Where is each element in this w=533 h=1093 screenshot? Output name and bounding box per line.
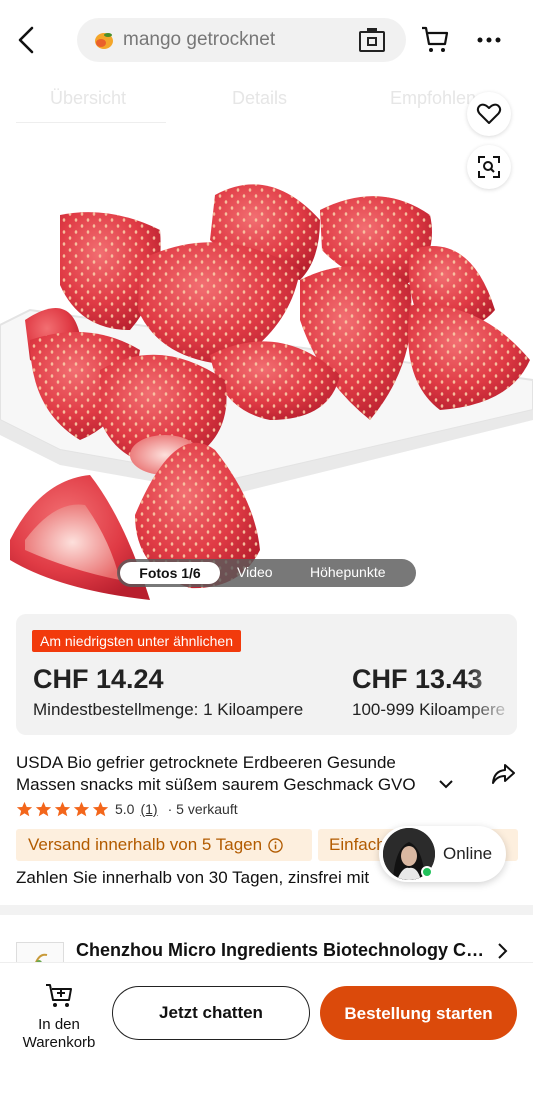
search-query: mango getrocknet (123, 29, 276, 50)
cart-icon (422, 26, 449, 52)
chevron-right-icon (498, 943, 508, 959)
star-icon (35, 801, 52, 816)
add-to-cart-button[interactable]: In den Warenkorb (14, 981, 104, 1052)
lowest-price-badge: Am niedrigsten unter ähnlichen (32, 630, 242, 652)
search-bar[interactable]: mango getrocknet (77, 18, 406, 62)
cart-button[interactable] (420, 24, 450, 59)
start-order-button[interactable]: Bestellung starten (320, 986, 517, 1040)
tier2-price: CHF 13.43 (352, 664, 483, 694)
tab-overview[interactable]: Übersicht (50, 88, 126, 109)
product-title[interactable]: USDA Bio gefrier getrocknete Erdbeeren G… (16, 752, 441, 796)
star-icon (73, 801, 90, 816)
star-icon (54, 801, 71, 816)
scroll-fade (467, 614, 517, 735)
mango-icon (95, 33, 113, 49)
tab-video[interactable]: Video (237, 564, 273, 580)
supplier-name[interactable]: Chenzhou Micro Ingredients Biotechnology… (76, 940, 490, 961)
info-icon (268, 837, 283, 853)
sold-count: · 5 verkauft (167, 801, 238, 817)
section-tabs: Übersicht Details Empfohlen (0, 80, 533, 126)
media-switcher: Fotos 1/6 Video Höhepunkte (117, 559, 416, 587)
chat-now-button[interactable]: Jetzt chatten (112, 986, 310, 1040)
rating-value: 5.0 (115, 801, 135, 817)
share-icon (492, 764, 515, 784)
scan-icon (478, 156, 500, 178)
favorite-button[interactable] (467, 92, 511, 136)
product-image[interactable] (0, 120, 533, 610)
chevron-down-icon[interactable] (438, 778, 454, 790)
back-arrow-icon (18, 26, 34, 54)
star-icon (16, 801, 33, 816)
tab-details[interactable]: Details (232, 88, 287, 109)
more-icon (477, 37, 501, 43)
section-divider (0, 905, 533, 915)
share-button[interactable] (490, 762, 516, 791)
cart-plus-icon (46, 984, 72, 1007)
payment-terms: Zahlen Sie innerhalb von 30 Tagen, zinsf… (16, 868, 370, 887)
tier1-price: CHF 14.24 (33, 664, 164, 694)
shipping-tag-label: Versand innerhalb von 5 Tagen (28, 835, 263, 854)
tab-underline (16, 122, 166, 123)
back-button[interactable] (12, 22, 40, 58)
shipping-tag[interactable]: Versand innerhalb von 5 Tagen (16, 829, 312, 861)
online-chat-widget[interactable]: Online (379, 826, 506, 882)
price-card: Am niedrigsten unter ähnlichen CHF 14.24… (16, 614, 517, 735)
tab-recommended[interactable]: Empfohlen (390, 88, 476, 109)
camera-search-icon[interactable] (358, 27, 386, 53)
online-label: Online (443, 844, 493, 863)
heart-icon (476, 103, 502, 124)
star-icon (92, 801, 109, 816)
add-to-cart-label: In den Warenkorb (22, 1016, 96, 1051)
review-count-link[interactable]: (1) (140, 801, 157, 817)
tier1-quantity: Mindestbestellmenge: 1 Kiloampere (33, 700, 304, 719)
image-search-button[interactable] (467, 145, 511, 189)
top-bar: mango getrocknet (0, 0, 533, 80)
more-button[interactable] (474, 26, 504, 59)
rating-row: 5.0 (1) · 5 verkauft (16, 800, 238, 818)
tab-photos[interactable]: Fotos 1/6 (120, 562, 220, 584)
star-rating (16, 801, 109, 818)
tab-highlights[interactable]: Höhepunkte (310, 564, 386, 580)
bottom-action-bar: In den Warenkorb Jetzt chatten Bestellun… (0, 962, 533, 1093)
online-status-dot (421, 866, 433, 878)
